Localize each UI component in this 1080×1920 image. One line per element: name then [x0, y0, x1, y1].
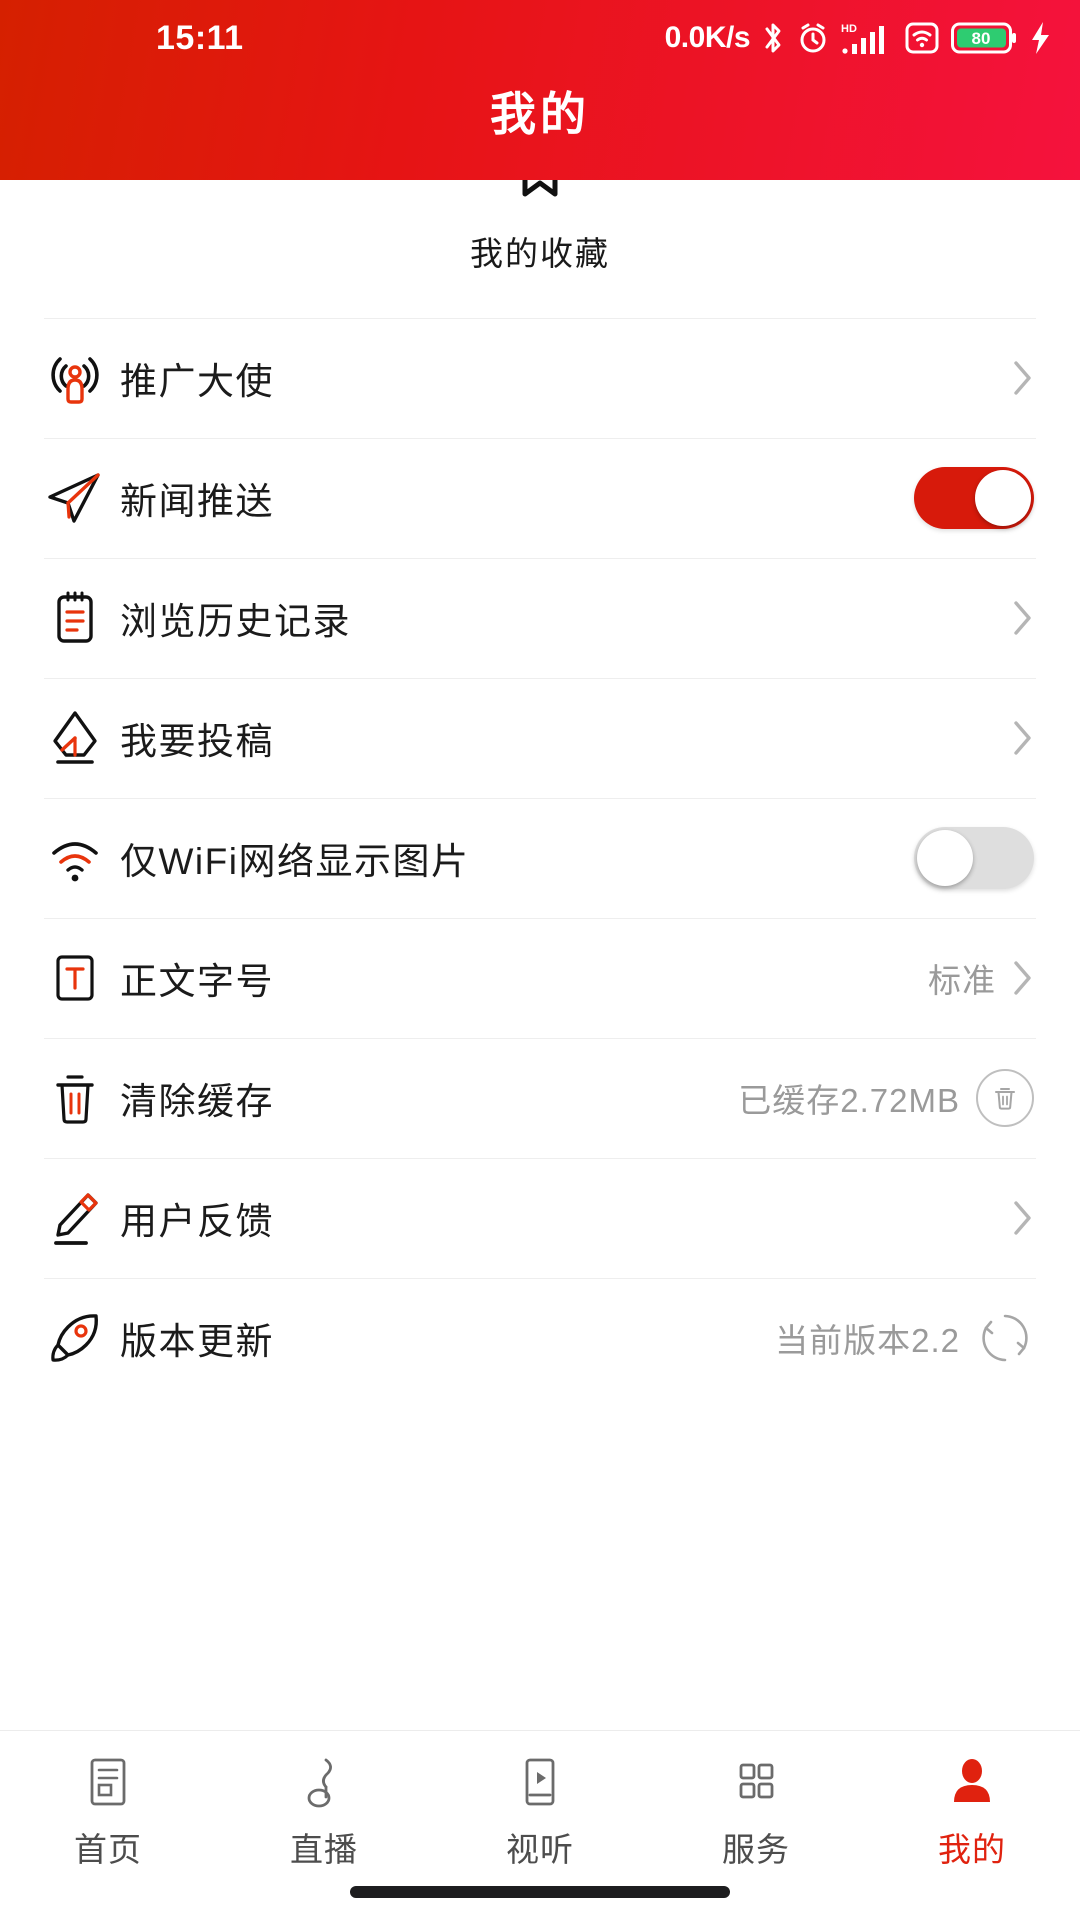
chevron-right-icon[interactable] [1012, 720, 1034, 756]
clipboard-icon [44, 587, 120, 649]
tab-home[interactable]: 首页 [0, 1753, 216, 1871]
chevron-right-icon[interactable] [1012, 960, 1034, 996]
row-label: 正文字号 [120, 961, 274, 1002]
row-accessory [1012, 600, 1034, 636]
row-accessory: 当前版本2.2 [775, 1309, 1034, 1367]
row-version-update[interactable]: 版本更新 当前版本2.2 [0, 1278, 1080, 1398]
row-label: 推广大使 [120, 361, 274, 402]
alarm-clock-icon [796, 21, 830, 55]
tab-video[interactable]: 视听 [432, 1753, 648, 1871]
row-accessory: 标准 [928, 954, 1034, 1002]
tab-services[interactable]: 服务 [648, 1753, 864, 1871]
row-accessory [914, 827, 1034, 889]
row-accessory: 已缓存2.72MB [738, 1069, 1034, 1127]
signal-bars-icon: HD [841, 20, 893, 56]
row-label: 仅WiFi网络显示图片 [120, 841, 470, 882]
tab-live[interactable]: 直播 [216, 1753, 432, 1871]
tab-mine[interactable]: 我的 [864, 1753, 1080, 1871]
tab-label: 服务 [722, 1831, 790, 1868]
battery-level-label: 80 [972, 29, 991, 48]
row-label: 浏览历史记录 [120, 601, 351, 642]
row-label: 版本更新 [120, 1321, 274, 1362]
pencil-icon [44, 1187, 120, 1249]
row-label: 清除缓存 [120, 1081, 274, 1122]
settings-list: 推广大使 新闻推送 浏览历史记录 我要投稿 仅WiFi网络显示图片 正文字号 标… [0, 310, 1080, 1730]
version-value: 当前版本2.2 [775, 1322, 960, 1359]
video-play-icon [514, 1753, 566, 1811]
tab-label: 视听 [506, 1831, 574, 1868]
app-header: 15:11 0.0K/s HD 80 我的 [0, 0, 1080, 180]
row-accessory [914, 467, 1034, 529]
toggle-knob [917, 830, 973, 886]
font-size-value: 标准 [928, 962, 996, 999]
row-clear-cache[interactable]: 清除缓存 已缓存2.72MB [0, 1038, 1080, 1158]
row-accessory [1012, 360, 1034, 396]
home-indicator [350, 1886, 730, 1898]
row-accessory [1012, 720, 1034, 756]
page-title: 我的 [490, 88, 590, 140]
music-note-icon [298, 1753, 350, 1811]
row-accessory [1012, 1200, 1034, 1236]
grid-icon [730, 1753, 782, 1811]
row-label: 新闻推送 [120, 481, 274, 522]
tab-label: 首页 [74, 1831, 142, 1868]
row-promotion-ambassador[interactable]: 推广大使 [0, 318, 1080, 438]
row-label: 用户反馈 [120, 1201, 274, 1242]
tab-label: 我的 [938, 1831, 1006, 1868]
wifi-box-icon [904, 20, 940, 56]
row-news-push[interactable]: 新闻推送 [0, 438, 1080, 558]
person-icon [946, 1753, 998, 1811]
text-size-icon [44, 947, 120, 1009]
status-time: 15:11 [156, 18, 244, 57]
row-submit-article[interactable]: 我要投稿 [0, 678, 1080, 798]
row-body-font-size[interactable]: 正文字号 标准 [0, 918, 1080, 1038]
bookmark-icon [509, 180, 571, 221]
status-bar: 15:11 0.0K/s HD 80 [0, 0, 1080, 76]
trash-icon [44, 1067, 120, 1129]
pen-nib-icon [44, 707, 120, 769]
svg-text:HD: HD [841, 23, 857, 35]
row-label: 我要投稿 [120, 721, 274, 762]
chevron-right-icon[interactable] [1012, 600, 1034, 636]
tab-label: 直播 [290, 1831, 358, 1868]
charging-bolt-icon [1028, 20, 1054, 56]
broadcast-person-icon [44, 347, 120, 409]
my-favorites-label: 我的收藏 [470, 235, 610, 272]
status-icons: 0.0K/s HD 80 [665, 20, 1054, 56]
cache-size-value: 已缓存2.72MB [738, 1082, 960, 1119]
bluetooth-icon [761, 21, 785, 55]
chevron-right-icon[interactable] [1012, 1200, 1034, 1236]
row-user-feedback[interactable]: 用户反馈 [0, 1158, 1080, 1278]
rocket-icon [44, 1307, 120, 1369]
my-favorites-entry[interactable]: 我的收藏 [0, 180, 1080, 310]
chevron-right-icon[interactable] [1012, 360, 1034, 396]
paper-plane-icon [44, 467, 120, 529]
clear-cache-button[interactable] [976, 1069, 1034, 1127]
check-update-button[interactable] [976, 1309, 1034, 1367]
wifi-icon [44, 827, 120, 889]
wifi-only-images-toggle[interactable] [914, 827, 1034, 889]
row-wifi-only-images[interactable]: 仅WiFi网络显示图片 [0, 798, 1080, 918]
news-list-icon [82, 1753, 134, 1811]
network-speed-label: 0.0K/s [664, 21, 751, 54]
news-push-toggle[interactable] [914, 467, 1034, 529]
toggle-knob [975, 470, 1031, 526]
row-browse-history[interactable]: 浏览历史记录 [0, 558, 1080, 678]
app-screen: 15:11 0.0K/s HD 80 我的 我的收藏 推广大使 新闻推送 浏览历… [0, 0, 1080, 1920]
battery-icon: 80 [951, 21, 1017, 55]
